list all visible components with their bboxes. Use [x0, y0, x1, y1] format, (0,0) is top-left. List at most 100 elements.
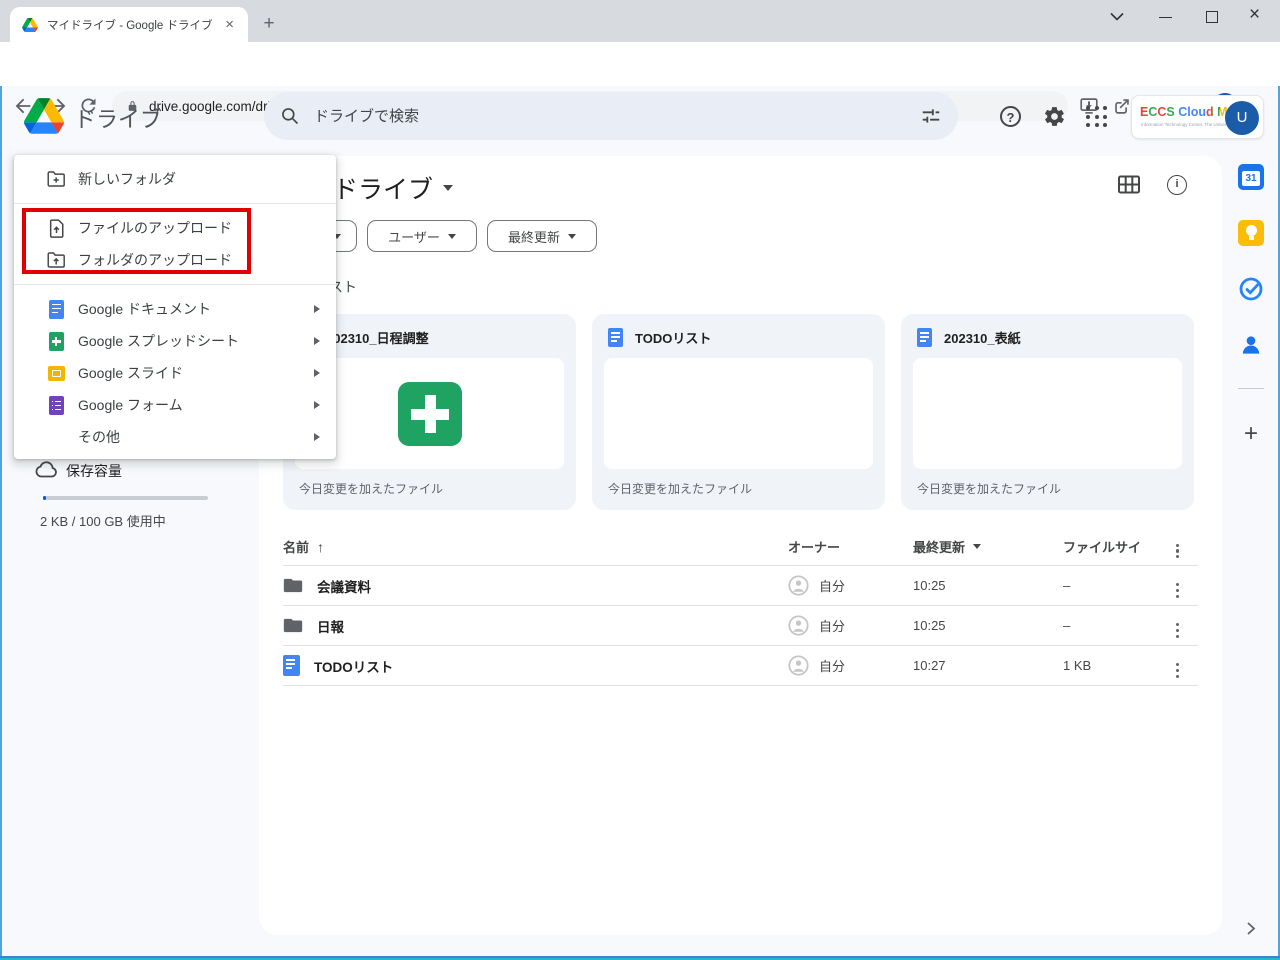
browser-tab[interactable]: マイドライブ - Google ドライブ × — [10, 7, 248, 42]
title-dropdown-caret-icon — [443, 185, 454, 191]
drive-app-title: ドライブ — [74, 107, 163, 132]
menu-item-google-forms[interactable]: Google フォーム — [14, 389, 336, 421]
column-header-name[interactable]: 名前 ↑ — [283, 537, 324, 556]
file-size: 1 KB — [1063, 658, 1092, 673]
get-addons-plus-icon[interactable]: + — [1240, 420, 1262, 448]
share-icon[interactable] — [1111, 95, 1133, 117]
tasks-icon[interactable] — [1238, 276, 1264, 302]
grid-view-toggle-icon[interactable] — [1117, 174, 1141, 195]
submenu-arrow-icon — [314, 305, 320, 313]
chevron-down-icon — [447, 233, 456, 239]
tab-close-icon[interactable]: × — [221, 15, 238, 34]
drive-avatar[interactable]: U — [1225, 101, 1259, 135]
suggested-cards-row: 202310_日程調整 今日変更を加えたファイル TODOリスト 今日変更を加え… — [283, 314, 1194, 510]
submenu-arrow-icon — [314, 401, 320, 409]
calendar-icon[interactable]: 31 — [1238, 164, 1264, 190]
settings-gear-icon[interactable] — [1043, 105, 1066, 128]
column-header-modified[interactable]: 最終更新 — [913, 537, 1063, 556]
tab-title: マイドライブ - Google ドライブ — [47, 19, 213, 32]
window-maximize-button[interactable] — [1206, 11, 1218, 23]
google-apps-grid-icon[interactable] — [1086, 106, 1107, 127]
menu-divider — [14, 284, 336, 285]
storage-progress-bar — [43, 496, 208, 500]
annotation-highlight-box — [22, 208, 251, 274]
card-title: TODOリスト — [635, 331, 712, 346]
owner-avatar-icon — [788, 615, 809, 636]
info-icon[interactable]: i — [1167, 175, 1187, 195]
card-title: 202310_日程調整 — [326, 331, 429, 346]
chevron-down-icon — [568, 233, 576, 239]
docs-file-icon — [283, 655, 300, 676]
row-actions-kebab-icon[interactable] — [1176, 663, 1180, 678]
filter-chip-people[interactable]: ユーザー — [367, 220, 477, 252]
owner-avatar-icon — [788, 655, 809, 676]
new-menu: 新しいフォルダ ファイルのアップロード フォルダのアップロード Google ド… — [14, 155, 336, 459]
submenu-arrow-icon — [314, 369, 320, 377]
menu-item-google-slides[interactable]: Google スライド — [14, 357, 336, 389]
browser-toolbar: drive.google.com/drive/my-drive ☆ U — [0, 42, 1280, 121]
row-actions-kebab-icon[interactable] — [1176, 583, 1180, 598]
help-icon[interactable]: ? — [1000, 106, 1021, 127]
file-owner: 自分 — [819, 579, 846, 594]
storage-progress-fill — [43, 496, 46, 500]
new-folder-icon — [46, 169, 66, 189]
file-name: TODOリスト — [314, 659, 394, 675]
table-header-row: 名前 ↑ オーナー 最終更新 ファイルサイ — [283, 528, 1198, 566]
google-slides-icon — [46, 363, 66, 383]
table-row[interactable]: TODOリスト 自分 10:27 1 KB — [283, 646, 1198, 686]
google-docs-icon — [46, 299, 66, 319]
window-close-button[interactable]: × — [1249, 4, 1260, 26]
search-icon — [282, 108, 299, 125]
drive-search-bar[interactable] — [264, 92, 958, 140]
menu-item-more[interactable]: その他 — [14, 421, 336, 453]
card-reason: 今日変更を加えたファイル — [917, 482, 1062, 496]
folder-icon — [283, 618, 303, 633]
eccs-logo-subtitle: Information Technology Center, The Unive… — [1141, 122, 1227, 127]
card-reason: 今日変更を加えたファイル — [608, 482, 753, 496]
card-reason: 今日変更を加えたファイル — [299, 482, 444, 496]
submenu-arrow-icon — [314, 433, 320, 441]
window-minimize-button[interactable] — [1159, 17, 1172, 18]
menu-item-google-sheets[interactable]: Google スプレッドシート — [14, 325, 336, 357]
storage-label[interactable]: 保存容量 — [66, 461, 122, 481]
search-options-tune-icon[interactable] — [920, 105, 942, 127]
filter-chip-modified[interactable]: 最終更新 — [487, 220, 597, 252]
file-owner: 自分 — [819, 659, 846, 674]
google-forms-icon — [46, 395, 66, 415]
search-input[interactable] — [314, 107, 920, 125]
menu-item-new-folder[interactable]: 新しいフォルダ — [14, 163, 336, 195]
window-menu-chevron-icon[interactable] — [1110, 12, 1124, 21]
column-settings-kebab-icon[interactable] — [1176, 543, 1180, 559]
file-table: 名前 ↑ オーナー 最終更新 ファイルサイ 会議資料 自分 10:25 – 日報… — [283, 528, 1198, 686]
account-badge[interactable]: ECCS Cloud Mail Information Technology C… — [1131, 95, 1264, 139]
submenu-arrow-icon — [314, 337, 320, 345]
table-row[interactable]: 会議資料 自分 10:25 – — [283, 566, 1198, 606]
contacts-icon[interactable] — [1238, 332, 1264, 358]
suggested-card[interactable]: 202310_表紙 今日変更を加えたファイル — [901, 314, 1194, 510]
row-actions-kebab-icon[interactable] — [1176, 623, 1180, 638]
drive-logo[interactable] — [24, 98, 64, 134]
show-side-panel-chevron-icon[interactable] — [1246, 921, 1256, 936]
column-header-size[interactable]: ファイルサイ — [1063, 537, 1176, 556]
sort-ascending-icon: ↑ — [317, 538, 325, 555]
table-row[interactable]: 日報 自分 10:25 – — [283, 606, 1198, 646]
drive-favicon — [22, 17, 38, 32]
sheets-logo-icon — [397, 381, 462, 446]
file-modified: 10:25 — [913, 578, 946, 593]
file-name: 会議資料 — [317, 579, 371, 595]
new-tab-button[interactable]: + — [256, 11, 282, 37]
cloud-storage-icon — [35, 461, 57, 478]
chip-label: 最終更新 — [507, 229, 560, 245]
bulb-icon — [1245, 225, 1257, 240]
file-size: – — [1063, 618, 1071, 633]
browser-window: マイドライブ - Google ドライブ × + × drive.google.… — [0, 0, 1280, 960]
column-header-owner[interactable]: オーナー — [788, 537, 913, 556]
file-modified: 10:25 — [913, 618, 946, 633]
chip-label: ユーザー — [388, 229, 440, 245]
docs-file-icon — [917, 328, 932, 347]
side-panel-divider — [1238, 388, 1264, 389]
google-sheets-icon — [46, 331, 66, 351]
suggested-card[interactable]: TODOリスト 今日変更を加えたファイル — [592, 314, 885, 510]
menu-item-google-docs[interactable]: Google ドキュメント — [14, 293, 336, 325]
keep-icon[interactable] — [1238, 220, 1264, 246]
